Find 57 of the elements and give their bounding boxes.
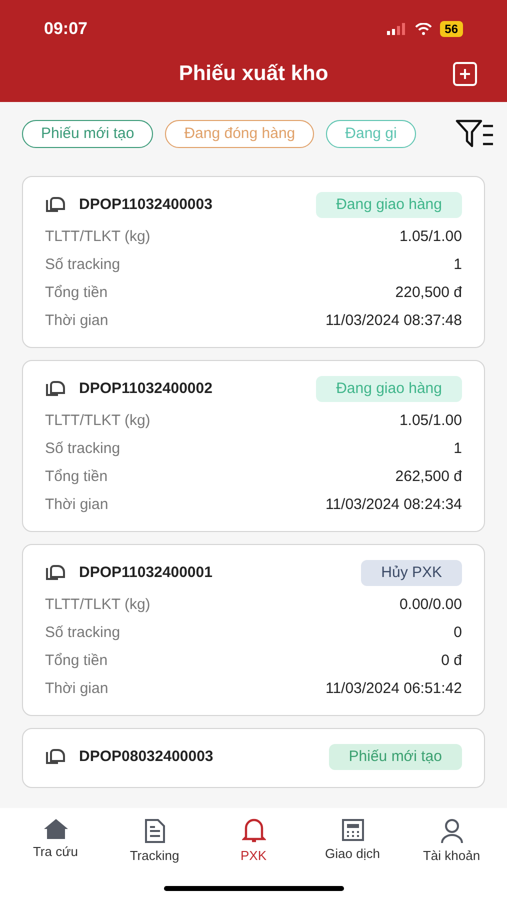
field-value: 11/03/2024 08:37:48 (325, 310, 462, 331)
field-value: 0 (454, 622, 462, 643)
field-label: Thời gian (45, 494, 108, 515)
nav-tab[interactable]: Tài khoản (404, 818, 500, 866)
stack-icon (45, 749, 65, 765)
order-card[interactable]: DPOP11032400002 Đang giao hàng TLTT/TLKT (kg) 1.05/1.00 Số tracking 1 Tổng tiền 262,500 đ Thời gian 11/03/2024 08:24:34 (22, 360, 485, 532)
field-label: Tổng tiền (45, 466, 108, 487)
nav-tab[interactable]: PXK (206, 818, 302, 866)
field-value: 0.00/0.00 (399, 594, 462, 615)
field-value: 11/03/2024 08:24:34 (325, 494, 462, 515)
field-value: 11/03/2024 06:51:42 (325, 678, 462, 699)
field-value: 262,500 đ (395, 466, 462, 487)
stack-icon (45, 381, 65, 397)
status-badge: Hủy PXK (361, 560, 462, 586)
stack-icon (45, 565, 65, 581)
field-label: TLTT/TLKT (kg) (45, 594, 150, 615)
order-card[interactable]: DPOP11032400001 Hủy PXK TLTT/TLKT (kg) 0.00/0.00 Số tracking 0 Tổng tiền 0 đ Thời gian 11/03/2024 06:51:42 (22, 544, 485, 716)
status-badge: Đang giao hàng (316, 192, 462, 218)
field-label: Thời gian (45, 678, 108, 699)
field-label: TLTT/TLKT (kg) (45, 410, 150, 431)
field-label: Thời gian (45, 310, 108, 331)
add-icon[interactable] (452, 61, 478, 87)
field-label: Số tracking (45, 254, 120, 275)
page-title: Phiếu xuất kho (178, 61, 328, 88)
order-code: DPOP08032400003 (79, 746, 214, 767)
field-label: Tổng tiền (45, 282, 108, 303)
field-label: Tổng tiền (45, 650, 108, 671)
battery-level: 56 (440, 21, 463, 37)
order-code: DPOP11032400003 (79, 194, 212, 215)
status-badge: Phiếu mới tạo (328, 744, 462, 770)
document-icon (142, 818, 166, 844)
field-label: Số tracking (45, 622, 120, 643)
nav-tab[interactable]: Tra cứu (8, 818, 104, 866)
wifi-icon (414, 23, 432, 35)
field-label: Số tracking (45, 438, 120, 459)
nav-tab[interactable]: Tracking (106, 818, 202, 866)
status-time: 09:07 (44, 18, 88, 40)
field-value: 220,500 đ (395, 282, 462, 303)
field-value: 1 (454, 438, 462, 459)
order-card[interactable]: DPOP11032400003 Đang giao hàng TLTT/TLKT (kg) 1.05/1.00 Số tracking 1 Tổng tiền 220,500 đ Thời gian 11/03/2024 08:37:48 (22, 176, 485, 348)
home-icon (42, 818, 68, 840)
signal-icon (386, 23, 407, 35)
stack-icon (45, 197, 65, 213)
status-badge: Đang giao hàng (316, 376, 462, 402)
order-card[interactable]: DPOP08032400003 Phiếu mới tạo (22, 728, 485, 788)
person-icon (440, 818, 464, 844)
field-label: TLTT/TLKT (kg) (45, 226, 150, 247)
field-value: 1.05/1.00 (399, 226, 462, 247)
bell-icon (242, 818, 266, 844)
order-code: DPOP11032400002 (79, 378, 212, 399)
nav-tab[interactable]: Giao dịch (304, 818, 400, 866)
order-code: DPOP11032400001 (79, 562, 212, 583)
field-value: 0 đ (441, 650, 462, 671)
field-value: 1.05/1.00 (399, 410, 462, 431)
filter-icon[interactable] (455, 118, 495, 150)
field-value: 1 (454, 254, 462, 275)
calculator-icon (340, 818, 364, 842)
